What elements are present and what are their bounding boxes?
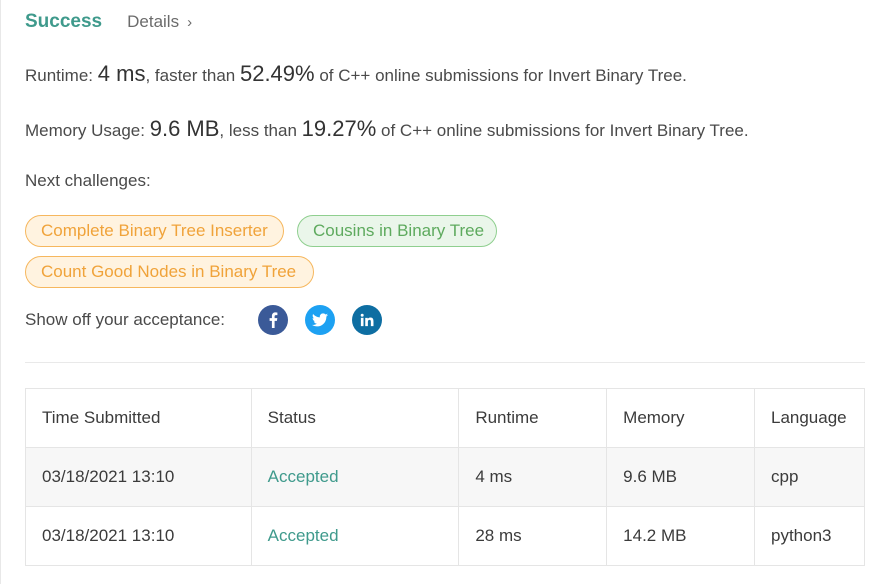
status-success-label: Success [25,11,103,32]
runtime-value: 4 ms [97,61,146,86]
challenge-chip-cousins-in-binary-tree[interactable]: Cousins in Binary Tree [297,215,497,247]
table-row: 03/18/2021 13:10 Accepted 4 ms 9.6 MB cp… [25,447,866,507]
details-label: Details [127,12,180,31]
cell-language: cpp [753,447,866,507]
memory-comparison-text: , less than [219,121,297,140]
cell-memory: 14.2 MB [606,506,755,566]
memory-percentile: 19.27% [301,116,377,141]
section-divider [25,362,865,363]
runtime-label: Runtime: [25,66,94,85]
column-header-memory[interactable]: Memory [606,388,755,448]
column-header-language[interactable]: Language [753,388,866,448]
cell-time-submitted: 03/18/2021 13:10 [25,447,252,507]
cell-memory: 9.6 MB [606,447,755,507]
facebook-icon[interactable] [258,305,289,335]
cell-runtime: 4 ms [458,447,608,507]
next-challenges-label: Next challenges: [25,171,151,190]
details-link[interactable]: Details › [127,12,192,32]
submissions-table: Time Submitted Status Runtime Memory Lan… [25,388,866,566]
submissions-table-container: Time Submitted Status Runtime Memory Lan… [25,388,866,566]
chevron-right-icon: › [187,13,193,31]
panel-left-border [0,0,1,584]
cell-status-link[interactable]: Accepted [250,447,460,507]
cell-status-link[interactable]: Accepted [250,506,460,566]
twitter-icon[interactable] [305,305,336,335]
runtime-percentile: 52.49% [239,61,315,86]
memory-suffix: of C++ online submissions for Invert Bin… [381,121,749,140]
column-header-runtime[interactable]: Runtime [458,388,608,448]
column-header-time-submitted[interactable]: Time Submitted [25,388,252,448]
cell-time-submitted: 03/18/2021 13:10 [25,506,252,566]
share-row: Show off your acceptance: [25,305,399,335]
cell-runtime: 28 ms [458,506,608,566]
share-label: Show off your acceptance: [25,310,226,329]
result-header: Success Details › [25,0,865,44]
table-row: 03/18/2021 13:10 Accepted 28 ms 14.2 MB … [25,506,866,566]
column-header-status[interactable]: Status [250,388,460,448]
table-header-row: Time Submitted Status Runtime Memory Lan… [25,388,866,448]
memory-stat: Memory Usage: 9.6 MB, less than 19.27% o… [25,116,749,142]
memory-value: 9.6 MB [149,116,220,141]
linkedin-icon[interactable] [352,305,383,335]
challenge-chip-complete-binary-tree-inserter[interactable]: Complete Binary Tree Inserter [25,215,284,247]
memory-label: Memory Usage: [25,121,145,140]
challenge-chip-count-good-nodes[interactable]: Count Good Nodes in Binary Tree [25,256,314,288]
submission-result-panel: Success Details › Runtime: 4 ms, faster … [0,0,873,584]
runtime-comparison-text: , faster than [145,66,236,85]
runtime-suffix: of C++ online submissions for Invert Bin… [319,66,687,85]
cell-language: python3 [753,506,866,566]
runtime-stat: Runtime: 4 ms, faster than 52.49% of C++… [25,61,687,87]
